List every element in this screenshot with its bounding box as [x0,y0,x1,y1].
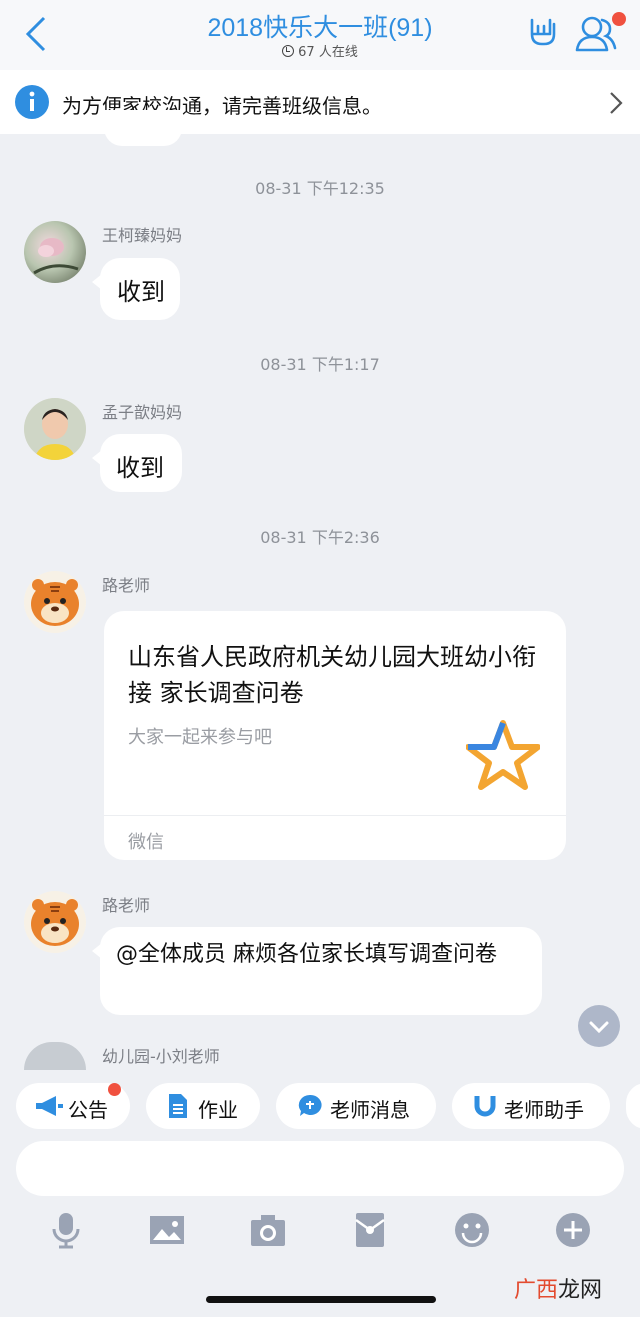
message-text: 收到 [117,278,165,306]
homework-label: 作业 [198,1098,238,1122]
megaphone-icon [36,1096,63,1116]
message-bubble[interactable]: @全体成员 麻烦各位家长填写调查问卷 [92,927,542,1015]
magnet-icon [474,1096,496,1117]
info-icon [15,85,49,119]
child-avatar-icon [24,398,86,460]
share-card[interactable]: 山东省人民政府机关幼儿园大班幼小衔接 家长调查问卷 大家一起来参与吧 微信 [104,611,566,860]
card-title: 山东省人民政府机关幼儿园大班幼小衔接 家长调查问卷 [128,643,536,707]
chevron-right-icon [610,92,623,114]
notification-badge [612,12,626,26]
plus-icon[interactable] [553,1210,593,1250]
sender-name: 王柯臻妈妈 [102,226,183,245]
watermark: 广西龙网 [514,1272,602,1304]
avatar[interactable] [24,398,86,460]
sender-name: 路老师 [102,576,151,595]
notice-bar[interactable]: 为方便家校沟通，请完善班级信息。 [0,70,640,134]
message-text: 收到 [116,454,164,482]
card-footer: 微信 [104,815,566,860]
star-logo-icon [466,720,540,790]
sender-name: 路老师 [102,896,151,915]
announcement-badge [108,1083,121,1096]
teacher-assistant-label: 老师助手 [504,1098,584,1122]
message-bubble[interactable]: 收到 [92,258,180,320]
teacher-message-button[interactable]: 老师消息 [276,1083,436,1129]
timestamp: 08-31 下午12:35 [255,179,385,198]
watermark-part1: 广西 [514,1278,559,1303]
card-subtitle: 大家一起来参与吧 [128,727,272,748]
clock-icon [282,45,295,57]
tiger-avatar-icon [24,891,86,953]
timestamp: 08-31 下午2:36 [260,528,380,547]
avatar[interactable] [24,221,86,283]
chat-header: 2018快乐大一班(91) 67 人在线 [0,0,640,70]
camera-icon[interactable] [248,1210,288,1250]
rock-hand-icon[interactable] [526,16,558,48]
message-text: @全体成员 麻烦各位家长填写调查问卷 [116,942,497,967]
watermark-part2: 龙网 [558,1278,603,1303]
tiger-avatar-icon [24,571,86,633]
avatar[interactable] [24,1042,86,1070]
message-input[interactable] [16,1141,624,1196]
lotus-avatar-icon [33,238,79,275]
chevron-down-icon [589,1021,609,1034]
message-bubble[interactable]: 收到 [92,434,182,492]
home-indicator[interactable] [206,1296,436,1303]
scroll-down-button[interactable] [578,1005,620,1047]
card-source: 微信 [128,832,164,853]
timestamp: 08-31 下午1:17 [260,355,380,374]
image-icon[interactable] [147,1210,187,1250]
avatar[interactable] [24,891,86,953]
sender-name: 幼儿园-小刘老师 [102,1047,220,1066]
avatar[interactable] [24,571,86,633]
sender-name: 孟子歆妈妈 [102,403,183,422]
microphone-icon[interactable] [46,1210,86,1250]
document-icon [169,1094,187,1118]
announcement-label: 公告 [68,1098,108,1122]
teacher-assistant-button[interactable]: 老师助手 [452,1083,610,1129]
red-packet-icon[interactable] [350,1210,390,1250]
message-bubble[interactable] [104,110,182,146]
emoji-icon[interactable] [452,1210,492,1250]
teacher-message-label: 老师消息 [330,1098,410,1122]
homework-button[interactable]: 作业 [146,1083,260,1129]
teacher-chat-icon [298,1094,322,1116]
online-count-text: 67 人在线 [298,45,358,60]
